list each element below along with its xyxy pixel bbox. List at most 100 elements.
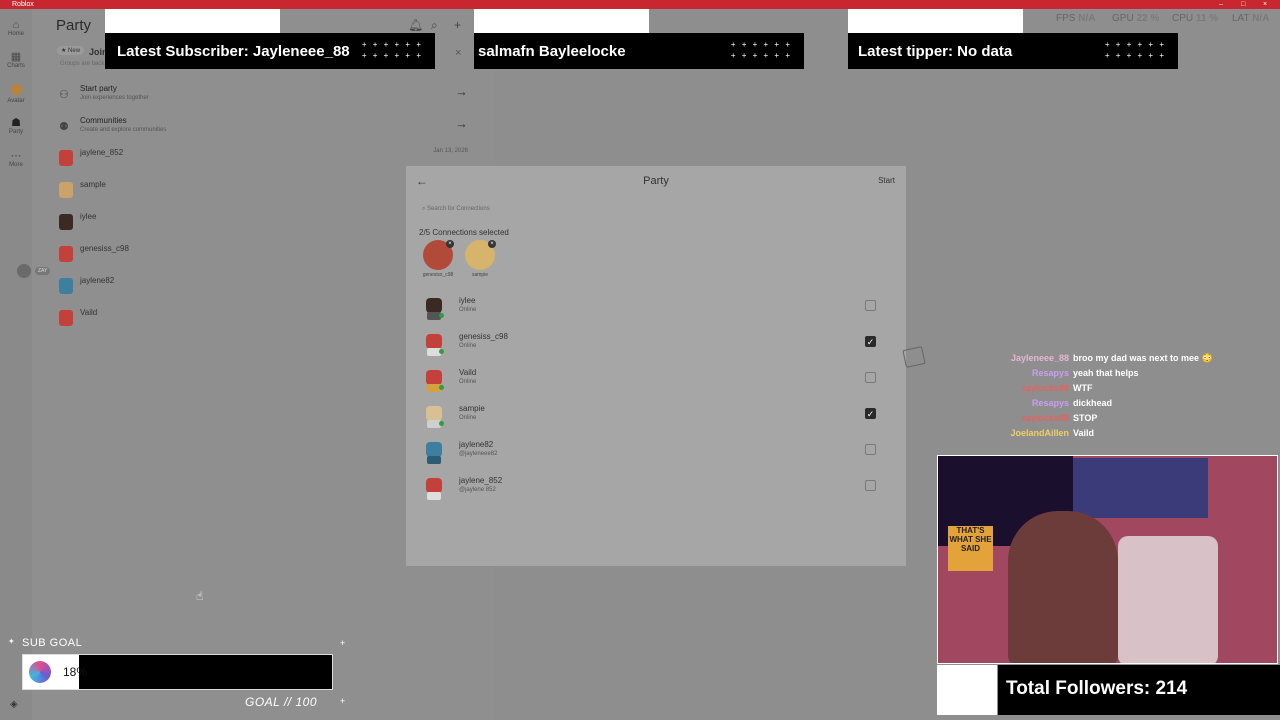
followers-panel: Total Followers: 214 [998,665,1280,715]
remove-icon[interactable]: × [446,240,454,248]
minimize-button[interactable]: – [1219,0,1223,9]
selected-count: 2/5 Connections selected [419,228,509,237]
app-title: Roblox [12,1,34,8]
avatar [423,478,445,500]
connection-status: Online [459,379,477,385]
mouse-cursor-icon: ☝︎ [196,589,204,603]
connection-name: jaylene82 [459,440,494,449]
roblox-logo-icon: ◈ [10,699,18,710]
latest-names-text: salmafn Bayleelocke [478,43,626,60]
avatar-icon [0,84,32,98]
search-icon[interactable]: ⌕ [431,18,438,33]
connection-row[interactable]: jaylene82 @jayleneee82 [419,440,893,476]
connection-row[interactable]: sampie Online ✓ [419,404,893,440]
connection-name: sampie [459,404,485,413]
connection-status: @jayleneee82 [459,451,498,457]
friend-name: Vaild [80,308,98,317]
add-icon[interactable]: + [454,18,461,32]
followers-box: Total Followers: 214 [937,665,1280,715]
chat-user: Jayleneee_88 [1010,353,1069,363]
latest-names-banner: salmafn Bayleelocke + + + + + + + + + + +… [474,33,804,69]
banner-tab [105,9,280,33]
rail-more[interactable]: ⋯ More [0,150,32,168]
rail-avatar[interactable]: Avatar [0,84,32,104]
stream-chat: Jayleneee_88 broo my dad was next to mee … [940,353,1240,443]
connection-row[interactable]: genesiss_c98 Online ✓ [419,332,893,368]
select-checkbox[interactable] [865,300,876,311]
connections-search-input[interactable]: ⌕ Search for Connections [422,206,490,213]
row-subtitle: Join experiences together [80,95,149,101]
banner-tab [474,9,649,33]
goal-logo-icon [29,661,51,683]
online-dot [439,421,444,426]
followers-text: Total Followers: 214 [1006,678,1188,699]
chat-user: JoelandAillen [1010,428,1069,438]
maximize-button[interactable]: □ [1241,0,1245,9]
gaming-chair [1118,536,1218,663]
avatar [59,150,73,166]
friend-name: jaylene82 [80,276,115,285]
start-button[interactable]: Start [878,176,895,185]
neon-sign: THAT'S WHAT SHE SAID [948,526,993,571]
chat-message: zaylocks88 STOP [940,413,1240,428]
connection-name: Vaild [459,368,477,377]
stat-fps: FPS N/A [1056,13,1096,24]
party-icon: ☗ [11,117,21,129]
selected-name: sampie [471,272,489,278]
connection-row[interactable]: jaylene_852 @jaylene 852 [419,476,893,512]
party-dialog: ← Party Start ⌕ Search for Connections 2… [406,166,906,566]
page-title: Party [56,17,92,34]
connection-row[interactable]: iylee Online [419,296,893,332]
arrow-right-icon: → [455,84,468,99]
chat-text: dickhead [1073,398,1113,408]
friend-name: genesiss_c98 [80,244,129,253]
stat-lat: LAT N/A [1232,13,1270,24]
plus-icon: + [340,696,346,706]
latest-subscriber-text: Latest Subscriber: Jayleneee_88 [117,43,350,60]
chat-user: zaylocks88 [1021,383,1069,393]
webcam-feed: THAT'S WHAT SHE SAID [937,455,1278,664]
close-window-button[interactable]: × [1263,0,1267,9]
nav-rail: ⌂ Home ▦ Charts Avatar ☗ Party ⋯ More [0,9,32,720]
connection-status: Online [459,415,477,421]
select-checkbox[interactable] [865,444,876,455]
followers-accent [937,665,997,715]
connection-status: Online [459,343,477,349]
streamer [1008,511,1118,663]
connection-row[interactable]: Vaild Online [419,368,893,404]
avatar [59,278,73,294]
bell-icon[interactable]: 🔔︎ [408,18,423,32]
new-badge: ★ New [57,46,85,55]
select-checkbox[interactable] [865,372,876,383]
banner-dots: + + + + + + + + + + + + [730,40,792,60]
friend-name: jaylene_852 [80,148,124,157]
close-icon[interactable]: × [455,47,461,59]
select-checkbox[interactable]: ✓ [865,408,876,419]
window-title-bar: Roblox – □ × [0,0,1280,9]
sub-goal-label: SUB GOAL [22,637,83,649]
goal-percent: 18% [63,665,88,679]
rail-label: Party [8,129,23,135]
groups-subtitle: Groups are back... [60,61,110,67]
connection-name: genesiss_c98 [459,332,508,341]
stat-gpu: GPU 22 % [1112,13,1160,24]
rail-charts[interactable]: ▦ Charts [0,51,32,69]
select-checkbox[interactable]: ✓ [865,336,876,347]
connection-name: iylee [459,296,476,305]
online-dot [439,313,444,318]
start-party-row[interactable]: ⚇ Start party Join experiences together … [57,82,472,112]
rail-party[interactable]: ☗ Party [0,117,32,135]
friend-name: sample [80,180,106,189]
communities-row[interactable]: ⚉ Communities Create and explore communi… [57,114,472,144]
friend-name: iylee [80,212,97,221]
row-title: Start party [80,84,117,93]
plus-icon: + [340,638,346,648]
select-checkbox[interactable] [865,480,876,491]
monitor-screen [1073,458,1208,518]
more-icon: ⋯ [10,150,22,162]
rail-home[interactable]: ⌂ Home [0,19,32,37]
chat-text: STOP [1073,413,1098,423]
remove-icon[interactable]: × [488,240,496,248]
avatar [17,264,31,278]
note-doodle-icon [902,346,926,368]
